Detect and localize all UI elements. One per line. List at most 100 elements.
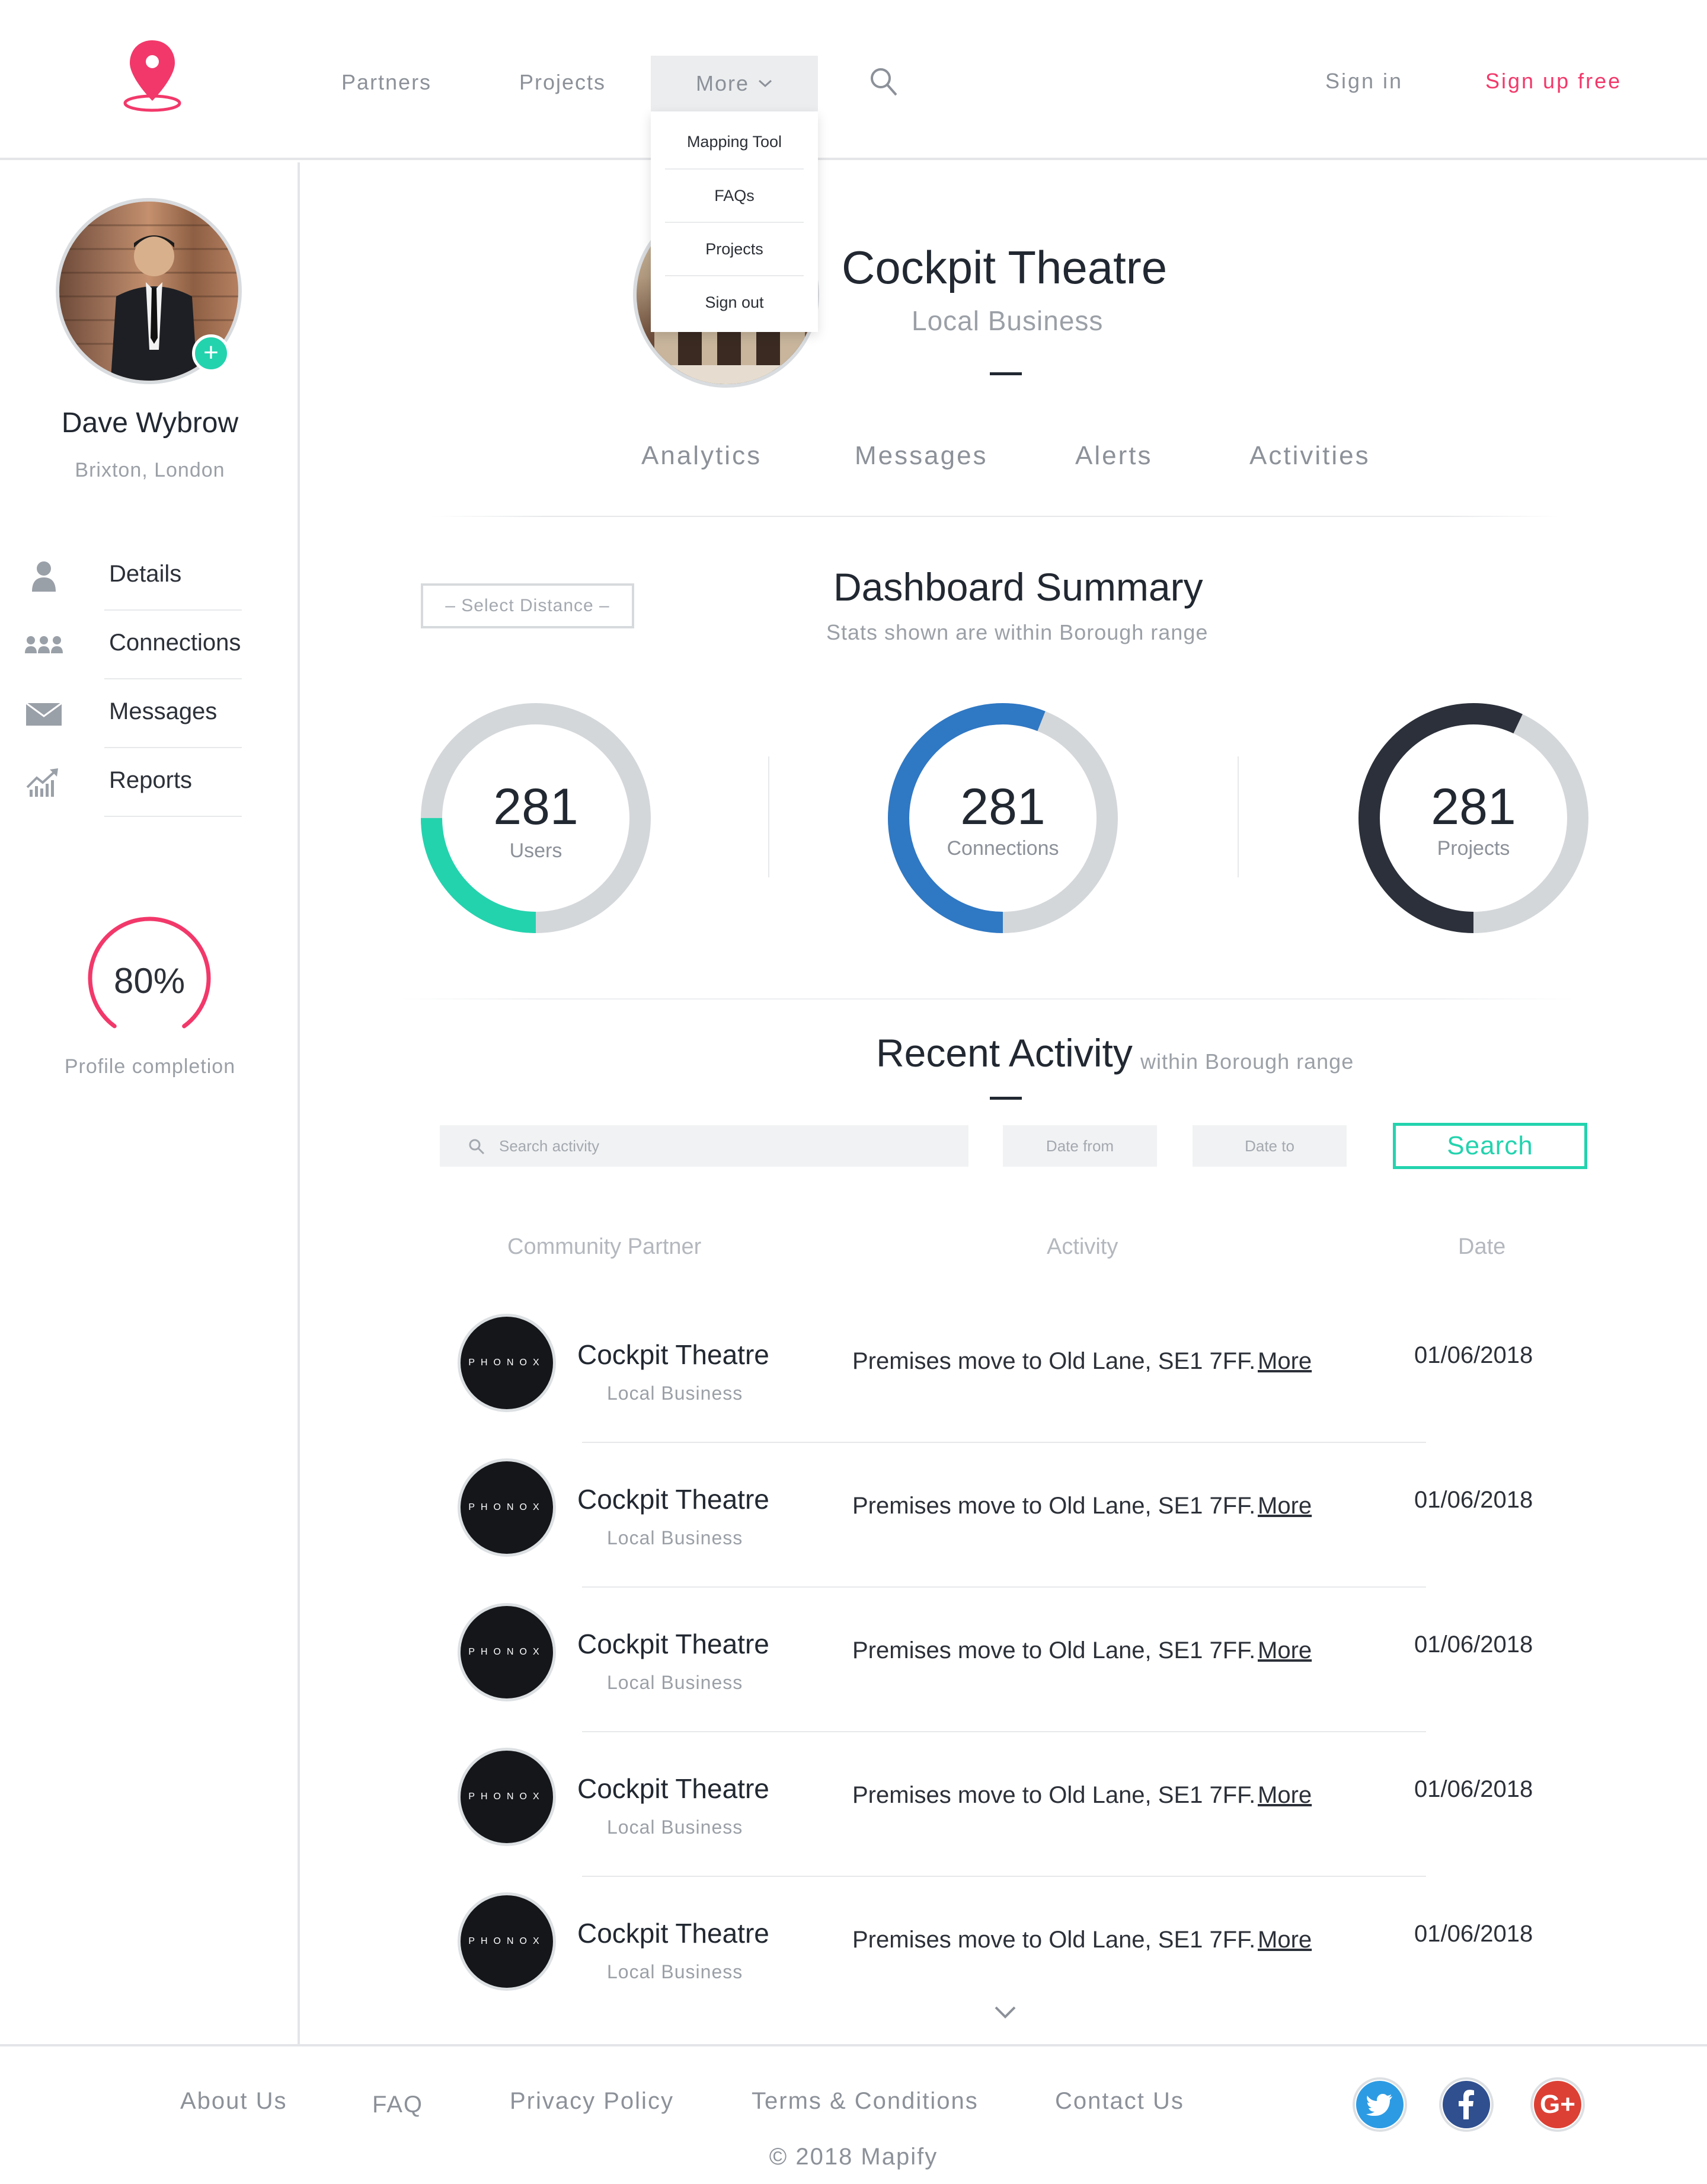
column-header-date: Date: [1458, 1234, 1506, 1259]
sign-up-link[interactable]: Sign up free: [1485, 69, 1622, 94]
footer-link-contact[interactable]: Contact Us: [1055, 2088, 1184, 2115]
tab-alerts[interactable]: Alerts: [1075, 441, 1152, 471]
dropdown-item-mapping-tool[interactable]: Mapping Tool: [665, 115, 804, 168]
facebook-icon: [1443, 2081, 1490, 2128]
sign-in-link[interactable]: Sign in: [1325, 69, 1403, 94]
connections-stat-value: 281: [960, 778, 1046, 835]
more-link[interactable]: More: [1258, 1927, 1312, 1953]
nav-more-dropdown-toggle[interactable]: More: [651, 56, 818, 111]
more-link[interactable]: More: [1258, 1637, 1312, 1664]
partner-name[interactable]: Cockpit Theatre: [577, 1483, 769, 1515]
date-from-input[interactable]: Date from: [1003, 1125, 1157, 1167]
partner-name[interactable]: Cockpit Theatre: [577, 1339, 769, 1371]
footer-link-about[interactable]: About Us: [180, 2088, 287, 2115]
map-pin-logo-icon[interactable]: [122, 37, 183, 114]
sidebar-item-messages[interactable]: Messages: [25, 679, 242, 748]
select-distance-dropdown[interactable]: – Select Distance –: [421, 583, 634, 628]
date-to-input[interactable]: Date to: [1193, 1125, 1347, 1167]
dashboard-summary-subtitle: Stats shown are within Borough range: [826, 620, 1209, 644]
activity-text: Premises move to Old Lane, SE1 7FF.: [852, 1493, 1256, 1519]
group-icon: [25, 636, 63, 653]
sidebar-item-label: Messages: [109, 698, 218, 724]
chevron-down-icon[interactable]: [992, 2004, 1018, 2020]
partner-type: Local Business: [607, 1816, 743, 1838]
recent-activity-title: Recent Activity: [876, 1031, 1133, 1075]
activity-date: 01/06/2018: [1414, 1342, 1533, 1368]
copyright-text: © 2018 Mapify: [769, 2144, 938, 2170]
search-button[interactable]: Search: [1393, 1123, 1587, 1169]
title-divider: [990, 1097, 1022, 1100]
dropdown-item-projects[interactable]: Projects: [665, 222, 804, 275]
footer: About Us FAQ Privacy Policy Terms & Cond…: [0, 2044, 1707, 2184]
partner-type: Local Business: [607, 1961, 743, 1982]
footer-link-privacy[interactable]: Privacy Policy: [510, 2088, 674, 2115]
tab-messages[interactable]: Messages: [855, 441, 988, 471]
chevron-down-icon: [759, 79, 772, 88]
table-row: PHONOX Cockpit Theatre Local Business Pr…: [450, 1299, 1588, 1444]
more-link[interactable]: More: [1258, 1782, 1312, 1809]
title-divider: [990, 372, 1022, 375]
nav-partners-link[interactable]: Partners: [341, 70, 431, 95]
activity-text: Premises move to Old Lane, SE1 7FF.: [852, 1782, 1256, 1808]
activity-text: Premises move to Old Lane, SE1 7FF.: [852, 1637, 1256, 1663]
more-link[interactable]: More: [1258, 1348, 1312, 1375]
connections-stat-label: Connections: [947, 837, 1059, 860]
user-icon: [32, 561, 56, 592]
partner-type: Local Business: [607, 1672, 743, 1693]
nav-more-label: More: [695, 71, 750, 95]
search-activity-input[interactable]: Search activity: [440, 1125, 968, 1167]
row-divider: [582, 1586, 1426, 1588]
partner-logo[interactable]: PHONOX: [458, 1458, 556, 1557]
sidebar-item-connections[interactable]: Connections: [25, 611, 242, 679]
dropdown-item-sign-out[interactable]: Sign out: [665, 275, 804, 328]
column-header-activity: Activity: [1047, 1234, 1118, 1259]
footer-link-terms[interactable]: Terms & Conditions: [752, 2088, 979, 2115]
partner-logo[interactable]: PHONOX: [458, 1892, 556, 1991]
users-stat-label: Users: [509, 839, 562, 862]
activity-date: 01/06/2018: [1414, 1776, 1533, 1802]
dropdown-item-faqs[interactable]: FAQs: [665, 168, 804, 222]
partner-type: Local Business: [607, 1527, 743, 1548]
nav-projects-link[interactable]: Projects: [519, 70, 606, 95]
sidebar-item-details[interactable]: Details: [32, 542, 242, 611]
sidebar: + Dave Wybrow Brixton, London Details Co…: [0, 162, 300, 2044]
table-row: PHONOX Cockpit Theatre Local Business Pr…: [450, 1444, 1588, 1589]
google-plus-button[interactable]: G+: [1530, 2077, 1585, 2132]
more-link[interactable]: More: [1258, 1493, 1312, 1519]
partner-logo[interactable]: PHONOX: [458, 1748, 556, 1846]
partner-logo[interactable]: PHONOX: [458, 1314, 556, 1412]
sidebar-item-label: Connections: [109, 630, 241, 656]
activity-text: Premises move to Old Lane, SE1 7FF.: [852, 1348, 1256, 1374]
table-row: PHONOX Cockpit Theatre Local Business Pr…: [450, 1878, 1588, 2023]
table-row: PHONOX Cockpit Theatre Local Business Pr…: [450, 1589, 1588, 1733]
sidebar-item-reports[interactable]: Reports: [26, 748, 242, 817]
tabs-divider: [433, 516, 1559, 517]
partner-name[interactable]: Cockpit Theatre: [577, 1628, 769, 1660]
sidebar-item-label: Reports: [109, 767, 193, 793]
section-divider: [401, 998, 1574, 1000]
activity-date: 01/06/2018: [1414, 1487, 1533, 1513]
chart-trend-icon: [26, 768, 58, 797]
users-stat-value: 281: [493, 778, 578, 835]
activity-text: Premises move to Old Lane, SE1 7FF.: [852, 1927, 1256, 1953]
profile-title: Cockpit Theatre: [842, 241, 1168, 293]
facebook-button[interactable]: [1439, 2077, 1494, 2132]
profile-subtitle: Local Business: [912, 305, 1104, 336]
tab-activities[interactable]: Activities: [1249, 441, 1370, 471]
footer-link-faq[interactable]: FAQ: [372, 2092, 423, 2118]
profile-completion-value: 80%: [113, 961, 186, 1001]
partner-logo[interactable]: PHONOX: [458, 1603, 556, 1701]
row-divider: [582, 1442, 1426, 1443]
partner-name[interactable]: Cockpit Theatre: [577, 1917, 769, 1949]
search-icon: [469, 1139, 485, 1155]
search-icon[interactable]: [869, 66, 899, 97]
add-photo-button[interactable]: +: [192, 334, 230, 372]
table-row: PHONOX Cockpit Theatre Local Business Pr…: [450, 1733, 1588, 1878]
envelope-icon: [25, 702, 62, 726]
twitter-button[interactable]: [1353, 2077, 1407, 2132]
tab-analytics[interactable]: Analytics: [641, 441, 762, 471]
activity-date: 01/06/2018: [1414, 1921, 1533, 1947]
partner-name[interactable]: Cockpit Theatre: [577, 1773, 769, 1805]
more-dropdown-menu: Mapping Tool FAQs Projects Sign out: [651, 111, 818, 332]
stat-divider: [1238, 756, 1239, 877]
